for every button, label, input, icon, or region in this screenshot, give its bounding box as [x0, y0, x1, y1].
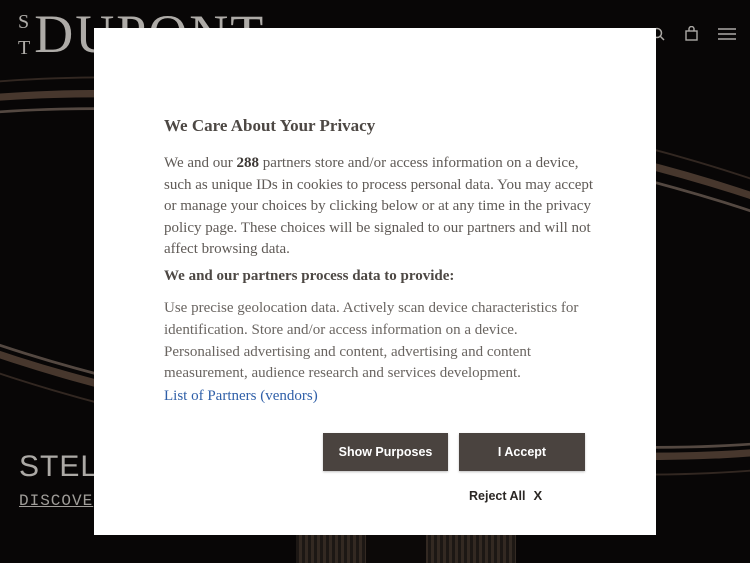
- partners-link[interactable]: List of Partners (vendors): [164, 388, 318, 405]
- dialog-body: We and our 288 partners store and/or acc…: [164, 153, 594, 261]
- show-purposes-button[interactable]: Show Purposes: [323, 433, 448, 471]
- partner-count: 288: [236, 155, 260, 171]
- body-prefix: We and our: [164, 155, 237, 171]
- accept-button[interactable]: I Accept: [459, 433, 585, 471]
- dialog-subtitle: We and our partners process data to prov…: [164, 268, 455, 284]
- purposes-text: Use precise geolocation data. Actively s…: [164, 300, 579, 382]
- close-icon: X: [533, 488, 543, 503]
- privacy-consent-dialog: We Care About Your Privacy We and our 28…: [94, 28, 656, 535]
- reject-all-label: Reject All: [469, 488, 526, 503]
- reject-all-button[interactable]: Reject All X: [469, 488, 549, 503]
- dialog-title: We Care About Your Privacy: [164, 116, 376, 135]
